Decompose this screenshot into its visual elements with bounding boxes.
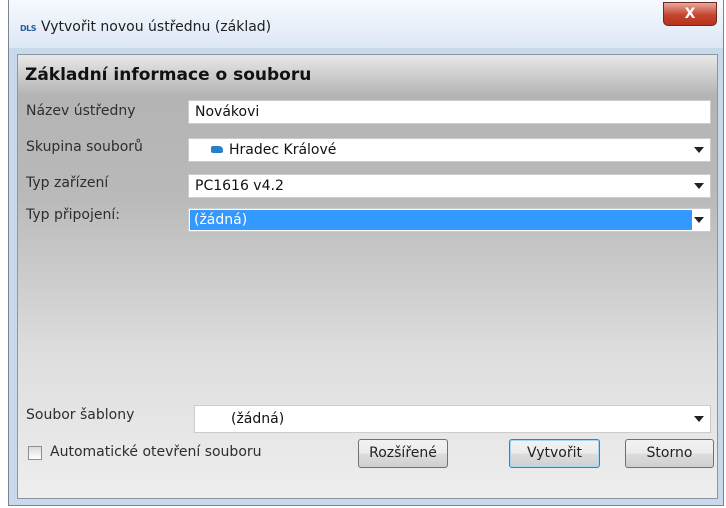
auto-open-label[interactable]: Automatické otevření souboru [50, 444, 262, 460]
template-file-dropdown[interactable]: (žádná) [194, 405, 711, 433]
close-button[interactable]: X [663, 2, 717, 26]
panel-name-label: Název ústředny [26, 103, 136, 119]
connection-type-value: (žádná) [190, 210, 692, 230]
chevron-down-icon [694, 416, 704, 422]
device-type-label: Typ zařízení [26, 175, 109, 191]
close-icon: X [684, 6, 696, 22]
device-type-dropdown[interactable]: PC1616 v4.2 [188, 174, 711, 198]
file-group-label: Skupina souborů [26, 139, 143, 155]
folder-icon [211, 146, 223, 153]
device-type-value: PC1616 v4.2 [195, 178, 284, 194]
connection-type-dropdown[interactable]: (žádná) [188, 208, 711, 232]
dialog-content: Základní informace o souboru Název ústře… [17, 54, 718, 499]
template-file-value: (žádná) [231, 411, 285, 427]
create-button[interactable]: Vytvořit [509, 439, 600, 468]
panel-name-value: Novákovi [195, 104, 260, 120]
cancel-button[interactable]: Storno [625, 439, 714, 468]
section-title: Základní informace o souboru [25, 65, 312, 85]
connection-type-label: Typ připojení: [26, 207, 120, 223]
advanced-button[interactable]: Rozšířené [358, 439, 448, 468]
window-title: Vytvořit novou ústřednu (základ) [41, 19, 272, 35]
title-bar[interactable]: DLS Vytvořit novou ústřednu (základ) X [9, 0, 723, 48]
chevron-down-icon [694, 147, 704, 153]
app-logo-icon: DLS [20, 24, 37, 33]
chevron-down-icon [694, 217, 704, 223]
dialog-window: DLS Vytvořit novou ústřednu (základ) X Z… [8, 0, 724, 506]
auto-open-checkbox[interactable] [28, 446, 42, 460]
panel-name-input[interactable]: Novákovi [188, 100, 711, 124]
file-group-value: Hradec Králové [229, 142, 337, 158]
file-group-dropdown[interactable]: Hradec Králové [188, 138, 711, 162]
template-file-label: Soubor šablony [26, 407, 135, 423]
chevron-down-icon [694, 183, 704, 189]
